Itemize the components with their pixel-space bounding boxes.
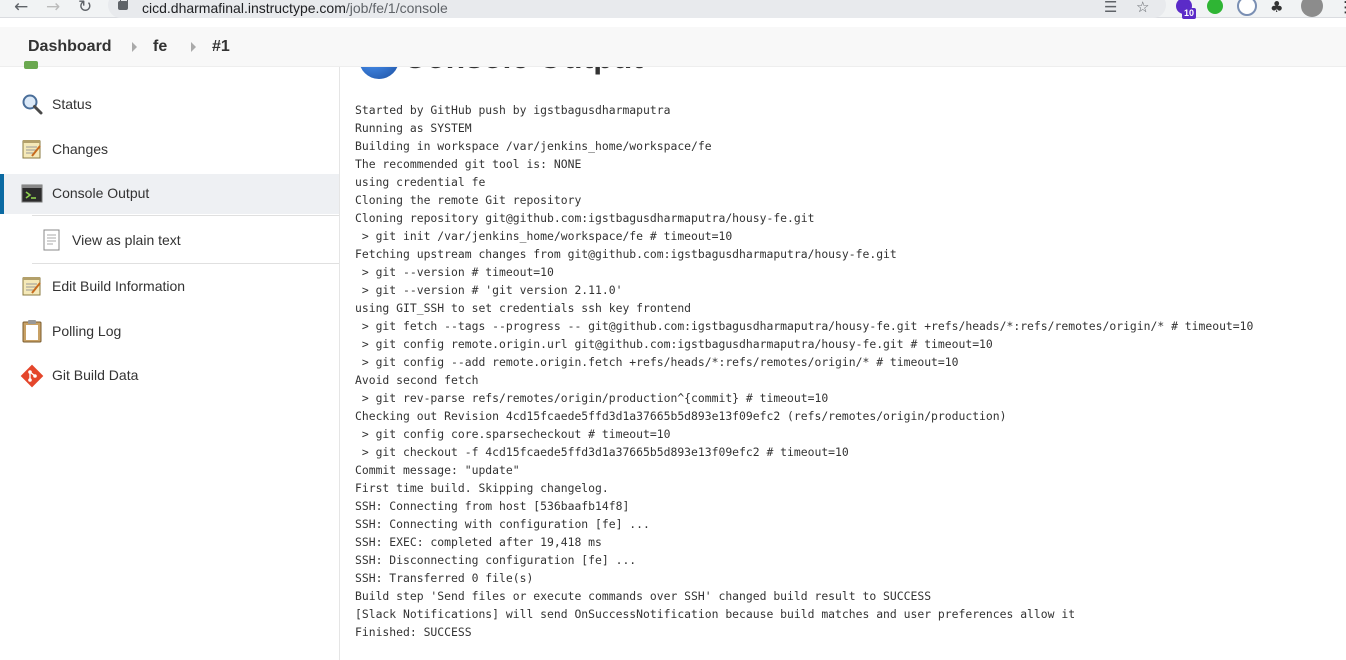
console-line: [Slack Notifications] will send OnSucces…: [355, 607, 1076, 621]
magnifier-icon: [22, 94, 43, 115]
breadcrumb-job[interactable]: fe: [153, 38, 167, 56]
sidebar-item-label: View as plain text: [72, 232, 181, 248]
console-line: using credential fe: [355, 175, 486, 189]
console-line: > git config --add remote.origin.fetch +…: [355, 355, 959, 369]
compass-extension-icon[interactable]: [1237, 0, 1257, 16]
console-line: > git --version # 'git version 2.11.0': [355, 283, 623, 297]
notepad-edit-icon: [22, 277, 41, 296]
console-line: Running as SYSTEM: [355, 121, 472, 135]
document-icon: [43, 229, 60, 251]
breadcrumb-dashboard[interactable]: Dashboard: [28, 38, 112, 56]
partial-icon: [24, 61, 38, 69]
sidebar-item-console-output[interactable]: Console Output: [0, 174, 339, 214]
page-title-text: Console Output: [403, 67, 643, 76]
breadcrumb-build[interactable]: #1: [212, 38, 230, 56]
console-line: First time build. Skipping changelog.: [355, 481, 609, 495]
sidebar: Status Changes Console Output View as pl…: [0, 61, 340, 660]
console-line: Building in workspace /var/jenkins_home/…: [355, 139, 712, 153]
reload-icon[interactable]: ↻: [78, 0, 92, 17]
green-extension-icon[interactable]: [1207, 0, 1223, 14]
forward-arrow-icon[interactable]: →: [46, 0, 60, 17]
sidebar-item-view-plain-text[interactable]: View as plain text: [0, 221, 339, 261]
console-line: The recommended git tool is: NONE: [355, 157, 582, 171]
back-arrow-icon[interactable]: ←: [14, 0, 28, 17]
console-line: > git rev-parse refs/remotes/origin/prod…: [355, 391, 829, 405]
breadcrumb: Dashboard fe #1: [0, 27, 1346, 67]
console-line: > git --version # timeout=10: [355, 265, 554, 279]
notepad-icon: [22, 140, 41, 159]
sidebar-item-git-build-data[interactable]: Git Build Data: [0, 356, 339, 396]
sidebar-item-label: Changes: [52, 141, 109, 157]
clipboard-icon: [22, 320, 42, 343]
sidebar-item-label: Polling Log: [52, 323, 122, 339]
sidebar-item-label: Status: [52, 96, 92, 112]
divider: [32, 263, 339, 264]
console-line: SSH: Connecting with configuration [fe] …: [355, 517, 650, 531]
build-status-ball-icon: [359, 67, 399, 79]
console-line: Build step 'Send files or execute comman…: [355, 589, 932, 603]
browser-toolbar: ← → ↻ cicd.dharmafinal.instructype.com/j…: [0, 0, 1346, 19]
console-line: Avoid second fetch: [355, 373, 479, 387]
console-line: using GIT_SSH to set credentials ssh key…: [355, 301, 692, 315]
console-line: > git init /var/jenkins_home/workspace/f…: [355, 229, 733, 243]
menu-dots-icon[interactable]: ⋮: [1338, 0, 1346, 16]
console-line: Commit message: "update": [355, 463, 520, 477]
breadcrumb-chevron-icon[interactable]: [191, 42, 196, 52]
sidebar-item-status[interactable]: Status: [0, 85, 339, 125]
console-line: > git config remote.origin.url git@githu…: [355, 337, 993, 351]
console-line: Finished: SUCCESS: [355, 625, 472, 639]
sidebar-item-changes[interactable]: Changes: [0, 130, 339, 170]
console-line: Fetching upstream changes from git@githu…: [355, 247, 897, 261]
main-content: Console Output Started by GitHub push by…: [341, 67, 1346, 660]
console-line: > git config core.sparsecheckout # timeo…: [355, 427, 671, 441]
translate-icon[interactable]: ☰: [1104, 0, 1117, 16]
console-line: SSH: Disconnecting configuration [fe] ..…: [355, 553, 637, 567]
breadcrumb-chevron-icon[interactable]: [132, 42, 137, 52]
puzzle-icon[interactable]: ♣: [1270, 0, 1283, 16]
console-line: > git checkout -f 4cd15fcaede5ffd3d1a376…: [355, 445, 849, 459]
console-line: > git fetch --tags --progress -- git@git…: [355, 319, 1254, 333]
avatar[interactable]: [1301, 0, 1323, 17]
console-line: SSH: Transferred 0 file(s): [355, 571, 534, 585]
console-line: SSH: EXEC: completed after 19,418 ms: [355, 535, 602, 549]
url-text[interactable]: cicd.dharmafinal.instructype.com/job/fe/…: [142, 0, 448, 16]
git-icon: [20, 364, 44, 388]
sidebar-item-label: Console Output: [52, 185, 150, 201]
console-output: Started by GitHub push by igstbagusdharm…: [355, 101, 1253, 641]
sidebar-item-edit-build-information[interactable]: Edit Build Information: [0, 267, 339, 307]
terminal-icon: [21, 184, 43, 203]
divider: [32, 215, 339, 216]
sidebar-item-label: Edit Build Information: [52, 278, 186, 294]
console-line: SSH: Connecting from host [536baafb14f8]: [355, 499, 630, 513]
console-line: Cloning the remote Git repository: [355, 193, 582, 207]
lock-icon: [118, 0, 128, 10]
console-line: Started by GitHub push by igstbagusdharm…: [355, 103, 671, 117]
bookmark-star-icon[interactable]: ☆: [1136, 0, 1149, 16]
sidebar-item-label: Git Build Data: [52, 367, 139, 383]
console-line: Cloning repository git@github.com:igstba…: [355, 211, 815, 225]
sidebar-item-polling-log[interactable]: Polling Log: [0, 312, 339, 352]
console-line: Checking out Revision 4cd15fcaede5ffd3d1…: [355, 409, 1007, 423]
extension-badge: 10: [1182, 8, 1197, 19]
